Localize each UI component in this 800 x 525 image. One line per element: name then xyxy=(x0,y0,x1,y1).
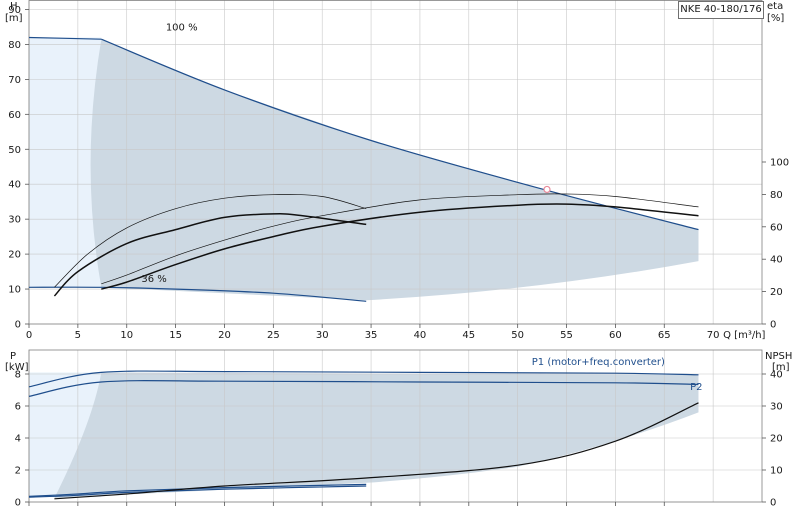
q-x-tick-label: 20 xyxy=(218,330,231,341)
speed-annotation: 36 % xyxy=(141,274,166,285)
head-axis-label: H xyxy=(10,1,18,12)
eta-y-tick-label: 60 xyxy=(770,222,783,233)
q-x-tick-label: 35 xyxy=(365,330,378,341)
eta-axis-label: eta xyxy=(767,1,783,12)
eta-y-tick-label: 80 xyxy=(770,190,783,201)
head-panel: 100 % 36 % xyxy=(28,0,763,325)
q-x-tick-label: 15 xyxy=(169,330,182,341)
power-y-tick-label: 2 xyxy=(15,466,21,477)
q-x-tick-label: 50 xyxy=(511,330,524,341)
npsh-axis-label: NPSH xyxy=(765,351,792,362)
eta-y-tick-label: 0 xyxy=(770,320,776,331)
power-y-tick-label: 0 xyxy=(15,498,21,509)
q-x-tick-label: 5 xyxy=(75,330,81,341)
head-y-tick-label: 40 xyxy=(8,180,21,191)
head-y-tick-label: 30 xyxy=(8,215,21,226)
q-x-tick-label: 55 xyxy=(560,330,573,341)
eta-axis-unit: [%] xyxy=(767,13,784,24)
q-x-tick-label: 0 xyxy=(26,330,32,341)
q-axis-label: Q [m³/h] xyxy=(723,330,765,341)
npsh-y-tick-label: 10 xyxy=(770,466,783,477)
legend-p2-label: P2 xyxy=(690,382,702,393)
chart-svg: 100 %36 % P1 (motor+freq.converter)P2 01… xyxy=(5,0,792,509)
eta-y-tick-label: 100 xyxy=(770,158,789,169)
q-x-tick-label: 10 xyxy=(120,330,133,341)
eta-y-tick-label: 20 xyxy=(770,287,783,298)
model-label-box: NKE 40-180/176 xyxy=(678,1,764,19)
head-low-flow-band xyxy=(29,37,102,288)
head-y-tick-label: 60 xyxy=(8,110,21,121)
q-x-tick-label: 45 xyxy=(462,330,475,341)
npsh-y-tick-label: 30 xyxy=(770,402,783,413)
power-axis-unit: [kW] xyxy=(5,362,29,373)
head-y-tick-label: 70 xyxy=(8,75,21,86)
q-x-tick-label: 25 xyxy=(267,330,280,341)
q-x-tick-label: 70 xyxy=(707,330,720,341)
q-x-tick-label: 60 xyxy=(609,330,622,341)
head-y-tick-label: 20 xyxy=(8,250,21,261)
q-x-tick-label: 30 xyxy=(316,330,329,341)
head-y-tick-label: 80 xyxy=(8,40,21,51)
head-y-tick-label: 10 xyxy=(8,285,21,296)
q-x-tick-label: 40 xyxy=(414,330,427,341)
power-panel: P1 (motor+freq.converter) P2 xyxy=(28,349,763,503)
npsh-axis-unit: [m] xyxy=(772,362,790,373)
npsh-y-tick-label: 20 xyxy=(770,434,783,445)
head-axis-unit: [m] xyxy=(5,13,23,24)
pump-curve-chart: 100 % 36 % P1 (motor+freq.converter) P2 01… xyxy=(0,0,800,520)
power-axis-label: P xyxy=(10,351,16,362)
head-y-tick-label: 50 xyxy=(8,145,21,156)
speed-annotation: 100 % xyxy=(166,22,198,33)
q-x-tick-label: 65 xyxy=(658,330,671,341)
operating-point-marker xyxy=(543,185,551,194)
power-y-tick-label: 6 xyxy=(15,402,21,413)
head-y-tick-label: 0 xyxy=(15,320,21,331)
power-y-tick-label: 4 xyxy=(15,434,21,445)
legend-p1-label: P1 (motor+freq.converter) xyxy=(532,357,665,368)
npsh-y-tick-label: 0 xyxy=(770,498,776,509)
eta-y-tick-label: 40 xyxy=(770,255,783,266)
